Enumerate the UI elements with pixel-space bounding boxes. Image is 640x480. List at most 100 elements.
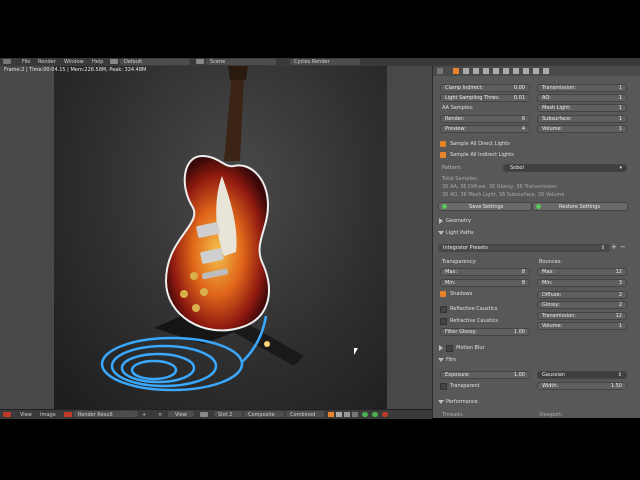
sample-direct-label: Sample All Direct Lights xyxy=(450,141,510,147)
add-icon[interactable]: + xyxy=(142,412,146,418)
restore-icon xyxy=(536,204,541,209)
transparent-checkbox[interactable] xyxy=(440,383,447,390)
clamp-indirect-field[interactable]: Clamp Indirect: 0.00 xyxy=(440,84,530,92)
performance-panel-header[interactable]: Performance xyxy=(434,398,630,406)
preview-samples-field[interactable]: Preview: 4 xyxy=(440,125,530,133)
reflective-caustics-label: Reflective Caustics xyxy=(450,306,498,312)
ao-samples-field[interactable]: AO: 1 xyxy=(537,94,627,102)
letterbox-bottom xyxy=(0,418,640,480)
glossy-bounces-field[interactable]: Glossy: 2 xyxy=(537,301,627,309)
sample-direct-checkbox[interactable] xyxy=(440,141,446,147)
volume-samples-field[interactable]: Volume: 1 xyxy=(537,125,627,133)
green-channel-icon[interactable] xyxy=(362,412,368,417)
guitar-neck xyxy=(224,66,248,161)
guitar-render xyxy=(100,66,304,392)
menu-window[interactable]: Window xyxy=(64,59,84,65)
menu-render[interactable]: Render xyxy=(38,59,56,65)
total-samples-label: Total Samples: xyxy=(442,176,479,182)
pattern-select[interactable]: Sobol ▾ xyxy=(503,164,627,172)
motion-blur-checkbox[interactable] xyxy=(446,345,453,352)
render-engine-value: Cycles Render xyxy=(294,59,330,65)
constraint-tab-icon[interactable] xyxy=(503,68,509,74)
display-channels-icon[interactable] xyxy=(328,412,334,417)
menu-image[interactable]: Image xyxy=(40,412,56,418)
shadows-label: Shadows xyxy=(450,291,473,297)
slot-value: Slot 2 xyxy=(218,412,233,418)
z-buffer-icon[interactable] xyxy=(344,412,350,417)
filter-type-select[interactable]: Gaussian ⇕ xyxy=(537,371,627,379)
menu-view[interactable]: View xyxy=(20,412,32,418)
editor-type-icon[interactable] xyxy=(3,59,11,64)
transparent-label: Transparent xyxy=(450,383,480,389)
world-tab-icon[interactable] xyxy=(483,68,489,74)
collapse-arrow-icon-3 xyxy=(438,400,444,404)
pivot-icon[interactable] xyxy=(200,412,208,417)
add-preset-icon[interactable]: + xyxy=(611,243,617,251)
threads-label: Threads: xyxy=(442,412,464,418)
collapse-arrow-icon-2 xyxy=(438,358,444,362)
guitar-body xyxy=(164,154,270,332)
transmission-bounces-field[interactable]: Transmission: 12 xyxy=(537,312,627,320)
motion-blur-panel-header[interactable]: Motion Blur xyxy=(434,344,630,352)
filter-width-field[interactable]: Width: 1.50 xyxy=(537,382,627,390)
render-tab-icon[interactable] xyxy=(453,68,459,74)
refractive-caustics-checkbox[interactable] xyxy=(440,318,447,325)
alpha-icon[interactable] xyxy=(336,412,342,417)
plug-highlight xyxy=(264,341,270,347)
properties-header xyxy=(433,66,640,76)
pass-value: Combined xyxy=(290,412,316,418)
filter-glossy-field[interactable]: Filter Glossy: 1.00 xyxy=(440,328,530,336)
save-settings-button[interactable]: Save Settings xyxy=(438,202,532,211)
scene-tab-icon[interactable] xyxy=(473,68,479,74)
samples-summary-2: 36 AO, 36 Mesh Light, 36 Subsurface, 36 … xyxy=(442,192,565,198)
layers-tab-icon[interactable] xyxy=(463,68,469,74)
render-samples-field[interactable]: Render: 6 xyxy=(440,115,530,123)
light-paths-panel-header[interactable]: Light Paths xyxy=(434,229,630,237)
save-icon xyxy=(442,204,447,209)
remove-preset-icon[interactable]: − xyxy=(620,243,626,251)
menu-help[interactable]: Help xyxy=(92,59,103,65)
material-tab-icon[interactable] xyxy=(533,68,539,74)
bounces-max-field[interactable]: Max: 12 xyxy=(537,268,627,276)
render-status-text: Frame:2 | Time:00:04.15 | Mem:228.58M, P… xyxy=(4,67,147,73)
screen-layout-value: Default xyxy=(124,59,143,65)
volume-bounces-field[interactable]: Volume: 1 xyxy=(537,322,627,330)
expand-arrow-icon xyxy=(439,218,443,224)
object-tab-icon[interactable] xyxy=(493,68,499,74)
exposure-field[interactable]: Exposure: 1.00 xyxy=(440,371,530,379)
layer-value: Composite xyxy=(248,412,275,418)
texture-tab-icon[interactable] xyxy=(543,68,549,74)
data-tab-icon[interactable] xyxy=(523,68,529,74)
aa-samples-label: AA Samples: xyxy=(442,105,474,111)
mesh-light-samples-field[interactable]: Mesh Light: 1 xyxy=(537,104,627,112)
shadows-checkbox[interactable] xyxy=(440,291,446,297)
screen-layout-icon xyxy=(110,59,118,64)
integrator-presets-menu[interactable]: Integrator Presets ⇕ xyxy=(438,244,610,252)
transparency-min-field[interactable]: Min: 8 xyxy=(440,279,530,287)
close-icon[interactable]: × xyxy=(158,412,162,418)
image-name: Render Result xyxy=(78,412,113,418)
bounces-label: Bounces: xyxy=(539,259,562,265)
sample-indirect-checkbox[interactable] xyxy=(440,152,446,158)
editor-type-icon-props[interactable] xyxy=(437,68,443,74)
reflective-caustics-checkbox[interactable] xyxy=(440,306,447,313)
editor-type-icon-image[interactable] xyxy=(3,412,11,417)
scope-icon[interactable] xyxy=(352,412,358,417)
menu-file[interactable]: File xyxy=(22,59,30,65)
modifier-tab-icon[interactable] xyxy=(513,68,519,74)
subsurface-samples-field[interactable]: Subsurface: 1 xyxy=(537,115,627,123)
restore-settings-button[interactable]: Restore Settings xyxy=(532,202,628,211)
view-mode-value: View xyxy=(175,412,187,418)
transparency-max-field[interactable]: Max: 8 xyxy=(440,268,530,276)
light-threshold-field[interactable]: Light Sampling Thres: 0.01 xyxy=(440,94,530,102)
scene-icon xyxy=(196,59,204,64)
collapse-arrow-icon xyxy=(438,231,444,235)
geometry-panel-header[interactable]: Geometry xyxy=(434,217,630,225)
film-panel-header[interactable]: Film xyxy=(434,356,630,364)
diffuse-bounces-field[interactable]: Diffuse: 2 xyxy=(537,291,627,299)
refractive-caustics-label: Refractive Caustics xyxy=(450,318,498,324)
bounces-min-field[interactable]: Min: 3 xyxy=(537,279,627,287)
record-icon[interactable] xyxy=(382,412,388,417)
green-channel-icon-2[interactable] xyxy=(372,412,378,417)
transmission-samples-field[interactable]: Transmission: 1 xyxy=(537,84,627,92)
